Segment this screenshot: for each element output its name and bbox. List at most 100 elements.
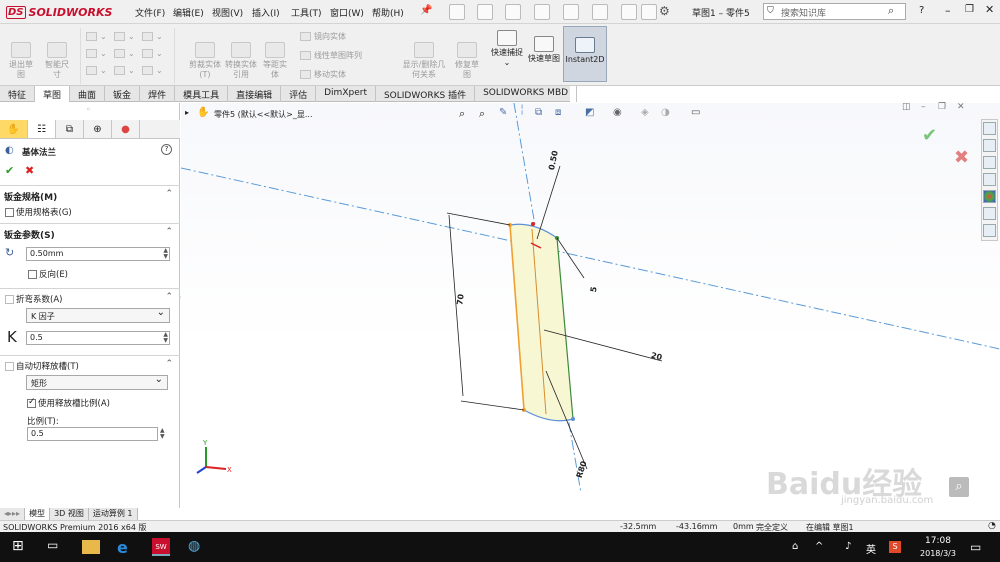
pin-icon[interactable]: 📌	[420, 5, 432, 16]
notification-icon[interactable]: ▭	[970, 540, 981, 554]
input-method-icon[interactable]: S	[889, 541, 901, 553]
polygon-icon[interactable]	[114, 49, 125, 58]
tab-direct-editing[interactable]: 直接编辑	[228, 86, 282, 102]
undo-icon[interactable]	[563, 4, 579, 20]
select-icon[interactable]	[592, 4, 608, 20]
spin-arrows-icon[interactable]: ▲ ▼	[163, 248, 168, 260]
k-factor-field[interactable]: 0.5 ▲ ▼	[26, 331, 170, 345]
tab-features[interactable]: 特征	[0, 86, 36, 102]
rebuild-icon[interactable]	[621, 4, 637, 20]
menu-edit[interactable]: 编辑(E)	[173, 6, 204, 19]
circle-icon[interactable]	[114, 32, 125, 41]
tab-solidworks-addins[interactable]: SOLIDWORKS 插件	[376, 86, 476, 102]
slot-icon[interactable]	[86, 66, 97, 75]
move-entities-button[interactable]: 移动实体	[300, 69, 346, 80]
collapse-chevron-icon[interactable]: ⌃	[165, 359, 173, 369]
convert-entities-button[interactable]: 转换实体引用	[224, 42, 258, 80]
sketch-canvas[interactable]	[181, 103, 1000, 508]
rectangle-icon[interactable]	[86, 49, 97, 58]
use-relief-ratio-checkbox[interactable]: ✓ 使用释放槽比例(A)	[27, 397, 110, 409]
solidworks-forum-icon[interactable]	[983, 224, 996, 237]
repair-sketch-button[interactable]: 修复草图	[452, 42, 482, 80]
tab-surfaces[interactable]: 曲面	[70, 86, 106, 102]
network-icon[interactable]: ⌂	[792, 541, 798, 552]
text-icon[interactable]	[142, 49, 153, 58]
ok-check-icon[interactable]: ✔	[5, 164, 14, 177]
relief-type-select[interactable]: 矩形	[26, 374, 168, 390]
tab-sheet-metal[interactable]: 钣金	[105, 86, 141, 102]
collapse-chevron-icon[interactable]: ⌃	[165, 292, 173, 302]
search-input[interactable]: ⛉ 搜索知识库 ⌕	[763, 3, 906, 20]
task-view-icon[interactable]: ▭	[47, 538, 65, 556]
fillet-icon[interactable]	[142, 66, 153, 75]
custom-properties-icon[interactable]	[983, 207, 996, 220]
tab-3d-views[interactable]: 3D 视图	[50, 508, 89, 520]
menu-help[interactable]: 帮助(H)	[372, 6, 404, 19]
input-method-indicator[interactable]: 英	[866, 541, 876, 556]
smart-dimension-button[interactable]: 智能尺寸	[42, 42, 72, 80]
menu-insert[interactable]: 插入(I)	[252, 6, 280, 19]
ellipse-icon[interactable]	[114, 66, 125, 75]
edge-browser-icon[interactable]: e	[117, 538, 135, 557]
app-taskbar-icon[interactable]: ◍	[188, 538, 206, 556]
help-icon[interactable]: ?	[919, 5, 924, 16]
panel-splitter-handle[interactable]: ◦	[86, 105, 91, 114]
help-icon[interactable]: ?	[161, 144, 172, 155]
tab-evaluate[interactable]: 评估	[281, 86, 317, 102]
menu-window[interactable]: 窗口(W)	[330, 6, 364, 19]
collapse-chevron-icon[interactable]: ⌃	[165, 189, 173, 199]
appearances-icon[interactable]	[983, 190, 996, 203]
tab-dimxpert[interactable]: DimXpert	[316, 86, 376, 102]
menu-file[interactable]: 文件(F)	[135, 6, 165, 19]
print-icon[interactable]	[534, 4, 550, 20]
view-palette-icon[interactable]	[983, 173, 996, 186]
bend-allowance-header[interactable]: 折弯系数(A)	[5, 293, 62, 305]
file-explorer-icon[interactable]	[983, 156, 996, 169]
minimize-window-icon[interactable]: –	[945, 4, 951, 17]
property-manager-tab[interactable]: ☷	[28, 120, 56, 138]
auto-relief-header[interactable]: 自动切释放槽(T)	[5, 360, 79, 372]
spline-icon[interactable]	[142, 32, 153, 41]
display-delete-relations-button[interactable]: 显示/删除几何关系	[402, 42, 446, 80]
design-library-icon[interactable]	[983, 139, 996, 152]
tab-motion-study[interactable]: 运动算例 1	[88, 508, 138, 520]
volume-icon[interactable]: ♪	[845, 541, 851, 552]
reverse-direction-checkbox[interactable]: 反向(E)	[28, 268, 68, 280]
feature-manager-tab[interactable]: ✋	[0, 120, 28, 138]
line-icon[interactable]	[86, 32, 97, 41]
restore-window-icon[interactable]: ❐	[965, 4, 974, 15]
solidworks-taskbar-icon[interactable]: SW	[152, 538, 170, 556]
tab-sketch[interactable]: 草图	[35, 86, 71, 102]
cancel-x-icon[interactable]: ✖	[25, 164, 34, 177]
quick-snaps-button[interactable]: 快速捕捉 ⌄	[490, 30, 524, 68]
file-explorer-icon[interactable]	[82, 540, 100, 554]
clock-time[interactable]: 17:08	[918, 536, 958, 546]
bend-allowance-type-select[interactable]: K 因子	[26, 307, 170, 323]
thickness-field[interactable]: 0.50mm ▲ ▼	[26, 247, 170, 261]
tab-solidworks-mbd[interactable]: SOLIDWORKS MBD	[475, 86, 578, 102]
system-tray-chevron-icon[interactable]: ^	[815, 541, 823, 552]
close-window-icon[interactable]: ✕	[985, 3, 994, 16]
file-properties-icon[interactable]	[641, 4, 657, 20]
menu-view[interactable]: 视图(V)	[212, 6, 243, 19]
dimxpert-manager-tab[interactable]: ⊕	[84, 120, 112, 138]
windows-start-icon[interactable]: ⊞	[12, 538, 30, 556]
configuration-manager-tab[interactable]: ⧉	[56, 120, 84, 138]
search-icon[interactable]: ⌕	[888, 4, 894, 18]
status-options-icon[interactable]: ◔	[988, 521, 996, 531]
solidworks-logo[interactable]: DS SOLIDWORKS	[6, 5, 112, 19]
open-file-icon[interactable]	[477, 4, 493, 20]
sheet-metal-gauges-header[interactable]: 钣金规格(M)	[4, 190, 57, 203]
gear-icon[interactable]: ⚙	[659, 4, 670, 18]
save-icon[interactable]	[505, 4, 521, 20]
collapse-chevron-icon[interactable]: ⌃	[165, 227, 173, 237]
display-manager-tab[interactable]: ●	[112, 120, 140, 138]
ratio-field[interactable]: 0.5	[27, 427, 158, 441]
sheet-metal-params-header[interactable]: 钣金参数(S)	[4, 228, 55, 241]
tab-scroll-arrows-icon[interactable]: ◂▸▸▸	[0, 508, 26, 520]
solidworks-resources-icon[interactable]	[983, 122, 996, 135]
mirror-entities-button[interactable]: 镜向实体	[300, 31, 346, 42]
tab-mold-tools[interactable]: 模具工具	[175, 86, 229, 102]
linear-pattern-button[interactable]: 线性草图阵列	[300, 50, 362, 61]
instant2d-button[interactable]: Instant2D	[563, 26, 607, 82]
